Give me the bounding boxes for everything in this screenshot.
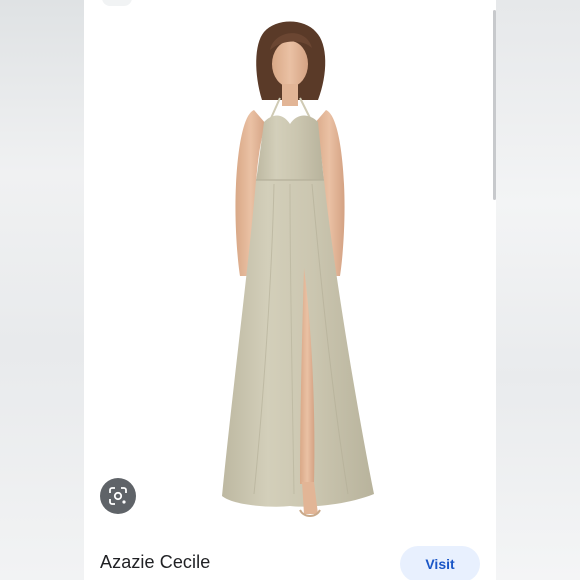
result-caption-bar: Azazie Cecile Visit xyxy=(84,530,496,580)
result-title[interactable]: Azazie Cecile xyxy=(100,552,210,573)
product-image[interactable] xyxy=(104,14,476,530)
dress-model-illustration xyxy=(222,21,374,517)
background-blur-right xyxy=(496,0,580,580)
google-lens-button[interactable] xyxy=(100,478,136,514)
background-blur-left xyxy=(0,0,84,580)
google-lens-icon xyxy=(109,487,127,505)
visit-button[interactable]: Visit xyxy=(400,546,480,580)
card-top-edge xyxy=(84,0,496,14)
image-result-card: Azazie Cecile Visit xyxy=(84,0,496,580)
scrollbar[interactable] xyxy=(493,10,496,200)
top-chip[interactable] xyxy=(102,0,132,6)
